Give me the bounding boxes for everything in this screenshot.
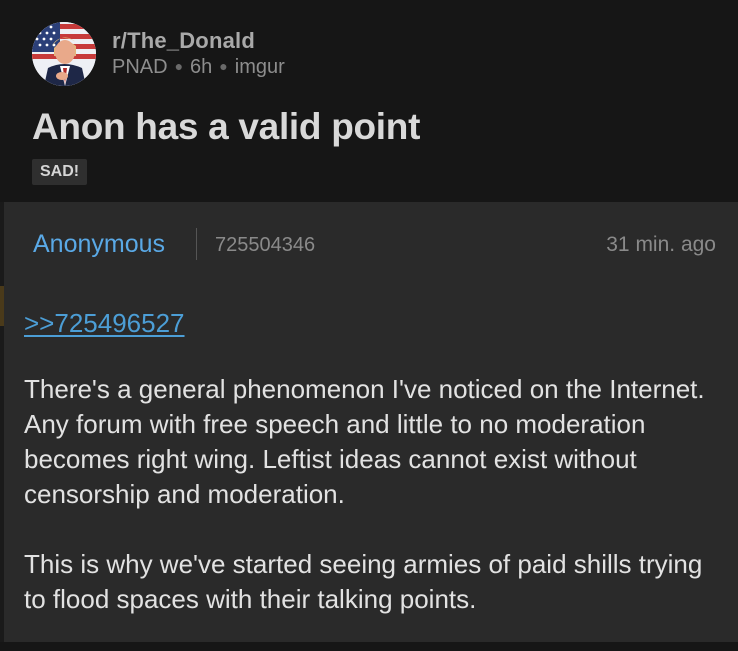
post-flair: SAD! xyxy=(32,159,88,185)
reply-link[interactable]: >>725496527 xyxy=(24,308,185,339)
separator-dot-icon: ● xyxy=(174,58,184,74)
body-paragraph: This is why we've started seeing armies … xyxy=(24,549,703,614)
bottom-strip xyxy=(0,642,738,651)
post-body: There's a general phenomenon I've notice… xyxy=(24,372,730,617)
poster-name: Anonymous xyxy=(33,230,166,258)
post-age: 6h xyxy=(190,56,213,78)
subreddit-avatar[interactable] xyxy=(32,22,96,86)
subreddit-name[interactable]: r/The_Donald xyxy=(112,28,255,54)
header-divider xyxy=(196,228,197,260)
post-id: 725504346 xyxy=(215,234,316,256)
post-title[interactable]: Anon has a valid point xyxy=(32,106,420,148)
post-source[interactable]: imgur xyxy=(235,56,285,78)
body-paragraph: There's a general phenomenon I've notice… xyxy=(24,374,705,509)
post-author[interactable]: PNAD xyxy=(112,56,168,78)
separator-dot-icon: ● xyxy=(219,58,228,74)
post-timestamp: 31 min. ago xyxy=(606,233,716,256)
avatar-image-icon xyxy=(32,22,96,86)
post-meta: PNAD ● 6h ● imgur xyxy=(112,56,285,79)
post-header: r/The_Donald PNAD ● 6h ● imgur Anon has a va… xyxy=(0,0,738,200)
